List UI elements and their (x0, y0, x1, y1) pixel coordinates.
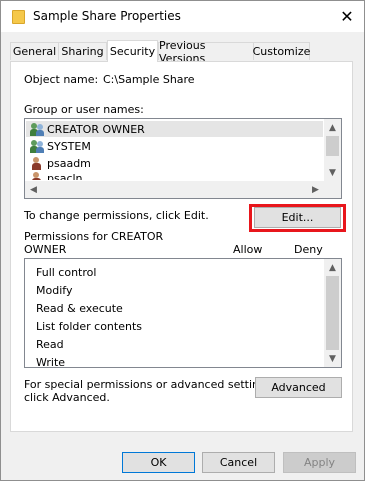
tab-general[interactable]: General (10, 42, 59, 60)
special-permissions-text-2: click Advanced. (24, 391, 110, 404)
permission-row: List folder contents (36, 319, 142, 333)
list-item[interactable]: psaadm (26, 155, 323, 171)
deny-header: Deny (294, 243, 323, 256)
object-name-value: C:\Sample Share (103, 73, 195, 86)
tab-sharing[interactable]: Sharing (58, 42, 107, 60)
list-item[interactable]: CREATOR OWNER (26, 121, 323, 137)
groups-label: Group or user names: (24, 103, 144, 116)
permission-row: Write (36, 355, 66, 368)
cancel-button[interactable]: Cancel (202, 452, 275, 473)
list-item[interactable]: psacln (26, 172, 323, 180)
scroll-up-icon[interactable]: ▲ (324, 259, 341, 276)
permissions-label: Permissions for CREATOR (24, 230, 164, 243)
list-item[interactable]: SYSTEM (26, 138, 323, 154)
properties-dialog: Sample Share Properties ✕ General Sharin… (0, 0, 365, 481)
list-item-label: psaadm (47, 156, 91, 170)
scroll-up-icon[interactable]: ▲ (324, 119, 341, 136)
user-icon (30, 172, 44, 180)
permission-row: Full control (36, 265, 97, 279)
special-permissions-text: For special permissions or advanced sett… (24, 378, 276, 391)
permissions-list[interactable]: Full control Modify Read & execute List … (24, 258, 342, 368)
folder-icon (12, 10, 25, 24)
scroll-down-icon[interactable]: ▼ (324, 164, 341, 181)
scroll-right-icon[interactable]: ▶ (307, 181, 324, 198)
horizontal-scrollbar[interactable]: ◀ ▶ (25, 181, 324, 198)
apply-button[interactable]: Apply (283, 452, 356, 473)
advanced-button[interactable]: Advanced (255, 377, 342, 398)
list-item-label: SYSTEM (47, 139, 91, 153)
vertical-scrollbar[interactable]: ▲ ▼ (324, 119, 341, 181)
tab-security[interactable]: Security (107, 40, 158, 62)
group-icon (30, 139, 44, 153)
close-icon: ✕ (340, 7, 354, 26)
title-bar: Sample Share Properties ✕ (1, 1, 364, 32)
scroll-thumb[interactable] (326, 276, 339, 350)
permission-row: Modify (36, 283, 73, 297)
permissions-label-owner: OWNER (24, 243, 67, 256)
scroll-down-icon[interactable]: ▼ (324, 350, 341, 367)
tab-previous-versions[interactable]: Previous Versions (158, 39, 254, 65)
change-permissions-text: To change permissions, click Edit. (24, 209, 209, 222)
security-panel: Object name: C:\Sample Share Group or us… (10, 61, 353, 432)
edit-button[interactable]: Edit... (254, 207, 341, 228)
vertical-scrollbar[interactable]: ▲ ▼ (324, 259, 341, 367)
list-item-label: CREATOR OWNER (47, 122, 145, 136)
permission-row: Read (36, 337, 64, 351)
object-name-label: Object name: (24, 73, 99, 86)
group-icon (30, 122, 44, 136)
group-user-list[interactable]: CREATOR OWNER SYSTEM psaadm psacln ▲ ▼ ◀ (24, 118, 342, 199)
permission-row: Read & execute (36, 301, 123, 315)
list-item-label: psacln (47, 172, 83, 180)
allow-header: Allow (233, 243, 263, 256)
window-title: Sample Share Properties (33, 9, 181, 23)
scroll-thumb[interactable] (326, 136, 339, 156)
tab-customize[interactable]: Customize (253, 42, 310, 60)
ok-button[interactable]: OK (122, 452, 195, 473)
scroll-corner (324, 181, 341, 198)
user-icon (30, 156, 44, 170)
scroll-left-icon[interactable]: ◀ (25, 181, 42, 198)
close-button[interactable]: ✕ (330, 1, 364, 32)
